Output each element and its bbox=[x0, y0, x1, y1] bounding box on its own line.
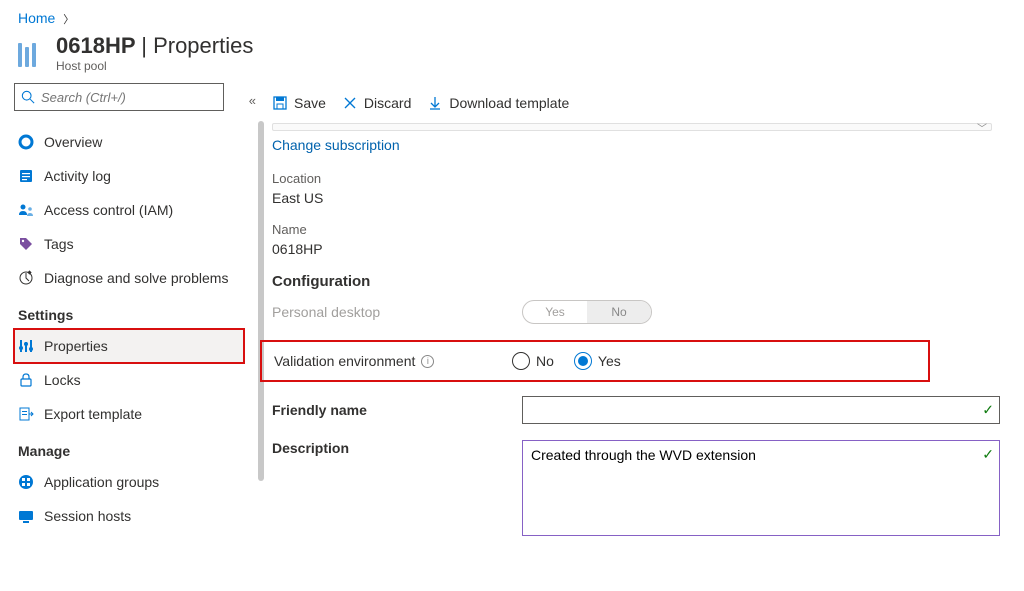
toolbar: Save Discard Download template bbox=[260, 83, 1024, 123]
configuration-header: Configuration bbox=[272, 273, 1000, 290]
main-panel: Save Discard Download template ﹀ Change … bbox=[260, 83, 1024, 555]
toggle-no: No bbox=[587, 301, 651, 323]
breadcrumb-home[interactable]: Home bbox=[18, 10, 55, 26]
save-icon bbox=[272, 95, 288, 111]
sidebar-item-activity[interactable]: Activity log bbox=[14, 159, 244, 193]
info-icon[interactable]: i bbox=[421, 355, 434, 368]
save-button[interactable]: Save bbox=[272, 95, 326, 111]
download-icon bbox=[427, 95, 443, 111]
discard-icon bbox=[342, 95, 358, 111]
collapsed-field[interactable]: ﹀ bbox=[272, 123, 992, 131]
location-label: Location bbox=[272, 171, 1000, 186]
sidebar-item-sessionhosts[interactable]: Session hosts bbox=[14, 499, 244, 533]
friendly-name-input[interactable] bbox=[522, 396, 1000, 424]
chevron-right-icon: 〉 bbox=[63, 14, 74, 26]
overview-icon bbox=[18, 134, 34, 150]
breadcrumb: Home 〉 bbox=[0, 0, 1024, 33]
personal-desktop-label: Personal desktop bbox=[272, 304, 522, 320]
location-value: East US bbox=[272, 190, 1000, 206]
page-subtitle: Host pool bbox=[56, 59, 253, 73]
search-input[interactable] bbox=[41, 90, 217, 105]
radio-label: Yes bbox=[598, 353, 621, 369]
sidebar-item-diagnose[interactable]: Diagnose and solve problems bbox=[14, 261, 244, 295]
sidebar-item-label: Activity log bbox=[44, 168, 111, 184]
check-icon: ✓ bbox=[982, 402, 994, 419]
tags-icon bbox=[18, 236, 34, 252]
sidebar-item-export[interactable]: Export template bbox=[14, 397, 244, 431]
sidebar-item-label: Access control (IAM) bbox=[44, 202, 173, 218]
description-textarea[interactable] bbox=[522, 440, 1000, 536]
description-label: Description bbox=[272, 440, 522, 456]
sidebar-item-label: Tags bbox=[44, 236, 74, 252]
sidebar-item-overview[interactable]: Overview bbox=[14, 125, 244, 159]
search-box[interactable] bbox=[14, 83, 224, 111]
validation-radios: No Yes bbox=[512, 352, 916, 370]
collapse-sidebar-button[interactable]: « bbox=[249, 93, 256, 108]
check-icon: ✓ bbox=[982, 446, 994, 463]
radio-icon bbox=[574, 352, 592, 370]
search-icon bbox=[21, 90, 35, 104]
sidebar-item-label: Overview bbox=[44, 134, 102, 150]
sidebar-item-label: Properties bbox=[44, 338, 108, 354]
app-groups-icon bbox=[18, 474, 34, 490]
validation-highlight: Validation environment i No Yes bbox=[260, 340, 930, 382]
sidebar-item-label: Session hosts bbox=[44, 508, 131, 524]
sidebar-item-iam[interactable]: Access control (IAM) bbox=[14, 193, 244, 227]
properties-icon bbox=[18, 338, 34, 354]
validation-no-radio[interactable]: No bbox=[512, 352, 554, 370]
change-subscription-link[interactable]: Change subscription bbox=[272, 137, 400, 153]
sidebar-section-manage: Manage bbox=[18, 443, 260, 459]
iam-icon bbox=[18, 202, 34, 218]
chevron-down-icon: ﹀ bbox=[977, 120, 987, 135]
activity-log-icon bbox=[18, 168, 34, 184]
toggle-yes: Yes bbox=[523, 301, 587, 323]
download-template-button[interactable]: Download template bbox=[427, 95, 569, 111]
radio-icon bbox=[512, 352, 530, 370]
personal-desktop-toggle: Yes No bbox=[522, 300, 652, 324]
toolbar-label: Discard bbox=[364, 95, 411, 111]
validation-yes-radio[interactable]: Yes bbox=[574, 352, 621, 370]
locks-icon bbox=[18, 372, 34, 388]
sidebar-item-locks[interactable]: Locks bbox=[14, 363, 244, 397]
toolbar-label: Download template bbox=[449, 95, 569, 111]
sidebar: « Overview Activity log Access control (… bbox=[0, 83, 260, 555]
hostpool-icon bbox=[18, 39, 46, 67]
sidebar-item-label: Export template bbox=[44, 406, 142, 422]
name-label: Name bbox=[272, 222, 1000, 237]
sidebar-item-properties[interactable]: Properties bbox=[14, 329, 244, 363]
friendly-name-label: Friendly name bbox=[272, 402, 522, 418]
sidebar-item-label: Locks bbox=[44, 372, 81, 388]
sidebar-item-label: Application groups bbox=[44, 474, 159, 490]
sidebar-section-settings: Settings bbox=[18, 307, 260, 323]
export-template-icon bbox=[18, 406, 34, 422]
sidebar-item-appgroups[interactable]: Application groups bbox=[14, 465, 244, 499]
page-title: 0618HP | Properties bbox=[56, 33, 253, 59]
session-hosts-icon bbox=[18, 508, 34, 524]
name-value: 0618HP bbox=[272, 241, 1000, 257]
toolbar-label: Save bbox=[294, 95, 326, 111]
page-header: 0618HP | Properties Host pool bbox=[0, 33, 1024, 83]
sidebar-item-tags[interactable]: Tags bbox=[14, 227, 244, 261]
discard-button[interactable]: Discard bbox=[342, 95, 411, 111]
validation-label: Validation environment i bbox=[274, 353, 512, 369]
diagnose-icon bbox=[18, 270, 34, 286]
radio-label: No bbox=[536, 353, 554, 369]
sidebar-item-label: Diagnose and solve problems bbox=[44, 270, 228, 286]
